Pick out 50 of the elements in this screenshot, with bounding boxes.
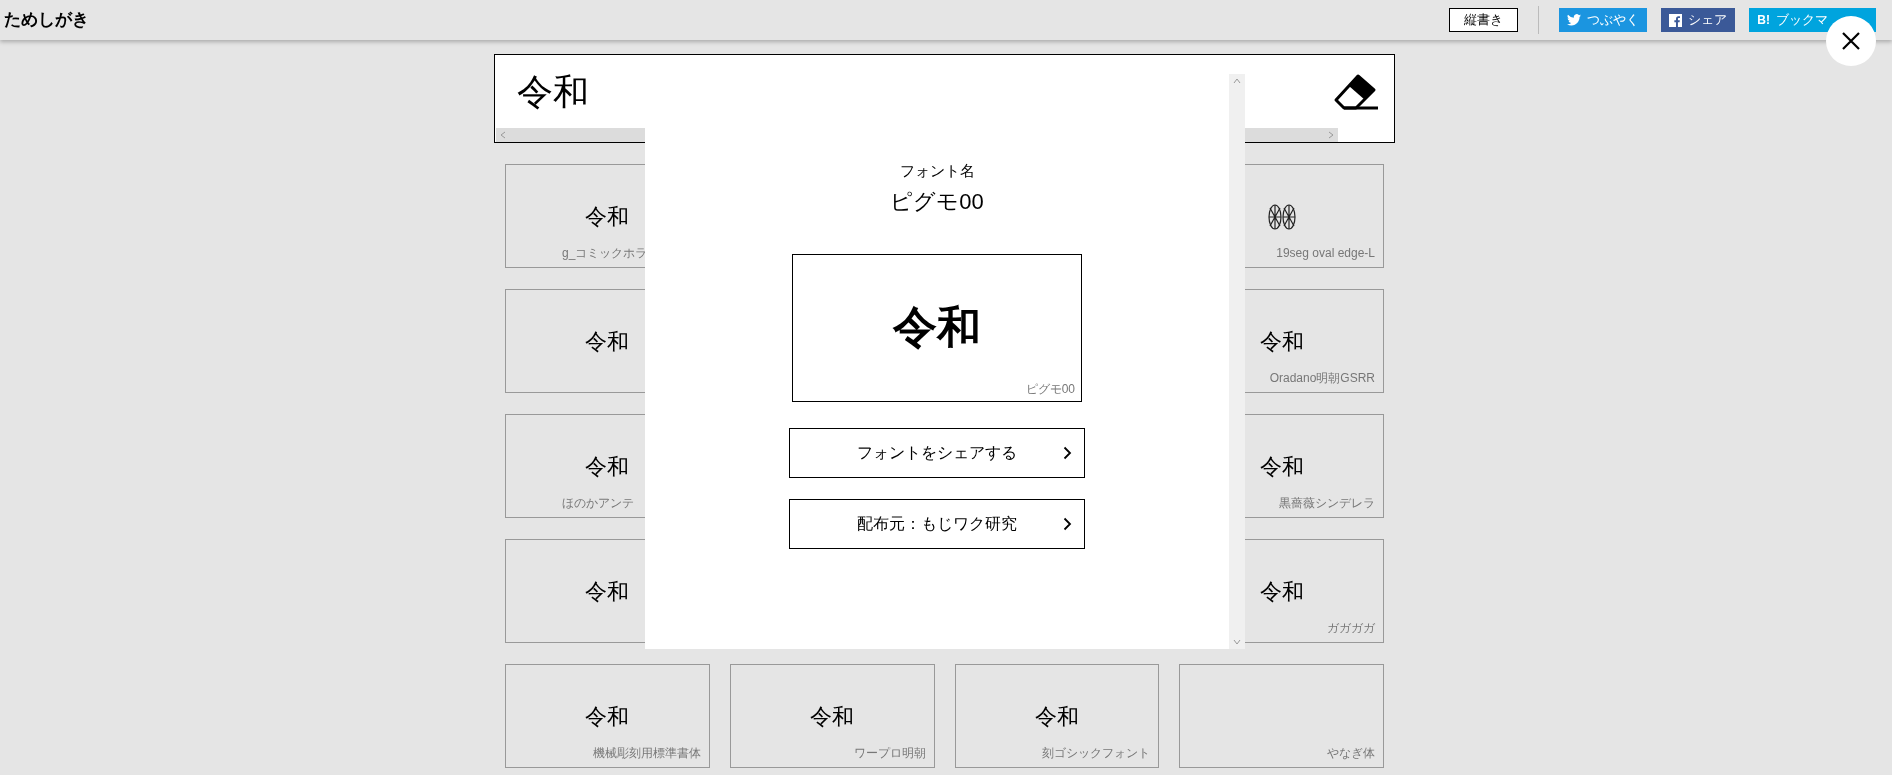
font-name: ガガガガ <box>1327 620 1375 636</box>
logo-text: B! <box>1757 12 1770 29</box>
font-card[interactable]: 令和 ワープロ明朝 <box>729 664 935 768</box>
share-label: つぶやく <box>1587 11 1640 30</box>
font-sample: 令和 <box>585 706 630 728</box>
site-title: ためしがき <box>4 8 89 32</box>
share-label: ブックマ <box>1776 11 1829 30</box>
scroll-right-icon[interactable] <box>1328 131 1334 139</box>
font-sample: 令和 <box>1259 331 1304 353</box>
vertical-scrollbar[interactable] <box>1229 74 1245 649</box>
close-button[interactable] <box>1826 16 1876 66</box>
segment-glyph-icon <box>1267 204 1296 230</box>
scroll-down-icon[interactable] <box>1233 639 1241 645</box>
font-card[interactable]: 令和 刻ゴシックフォント <box>954 664 1160 768</box>
bird-icon <box>1567 14 1582 26</box>
font-card[interactable]: 令和 機械彫刻用標準書体 <box>505 664 710 768</box>
close-icon <box>1841 31 1861 51</box>
font-sample: 令和 <box>1259 581 1304 603</box>
preview-font-name: ピグモ00 <box>1025 380 1075 398</box>
chevron-right-icon <box>1063 445 1072 460</box>
font-name: ほのかアンテ <box>562 495 634 511</box>
scroll-left-icon[interactable] <box>500 131 506 139</box>
share-label: シェア <box>1688 11 1728 30</box>
vertical-writing-button[interactable]: 縦書き <box>1449 8 1519 32</box>
dialog-link-button[interactable]: 配布元：もじワク研究 <box>789 498 1085 549</box>
font-sample: 令和 <box>1259 456 1304 478</box>
font-name: Oradano明朝GSRR <box>1269 370 1375 386</box>
dialog-caption: フォント名 <box>899 161 975 181</box>
font-name: 機械彫刻用標準書体 <box>592 745 701 761</box>
input-text: 令和 <box>517 69 589 114</box>
font-sample: 令和 <box>585 581 630 603</box>
font-sample: 令和 <box>810 706 855 728</box>
font-card[interactable]: やなぎ体 <box>1179 664 1384 768</box>
font-name: 黒薔薇シンデレラ <box>1279 495 1375 511</box>
font-name: ワープロ明朝 <box>853 745 926 761</box>
preview-sample: 令和 <box>893 305 981 349</box>
font-sample: 令和 <box>585 456 630 478</box>
dialog-font-name: ピグモ00 <box>890 187 984 216</box>
scroll-up-icon[interactable] <box>1233 78 1241 84</box>
font-name: 19seg oval edge-L <box>1276 245 1375 261</box>
font-name: やなぎ体 <box>1327 745 1375 761</box>
dialog-link-button[interactable]: フォントをシェアする <box>789 427 1085 478</box>
font-name: 刻ゴシックフォント <box>1042 745 1151 761</box>
share-button[interactable]: シェア <box>1661 8 1736 32</box>
chevron-right-icon <box>1063 516 1072 531</box>
font-sample: 令和 <box>585 206 630 228</box>
font-name: g_コミックホラ <box>562 245 648 261</box>
font-sample: 令和 <box>1034 706 1079 728</box>
facebook-icon <box>1669 13 1683 27</box>
font-sample: 令和 <box>585 331 630 353</box>
